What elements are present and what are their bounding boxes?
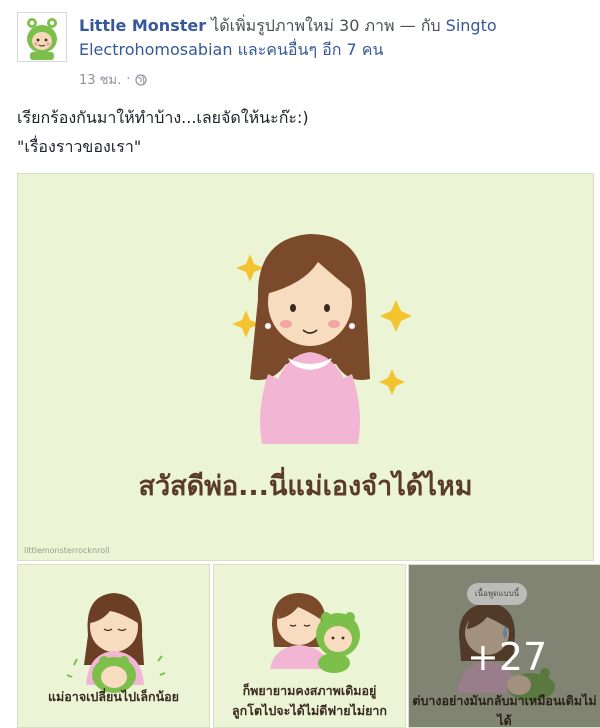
monster-avatar-icon <box>18 13 66 61</box>
main-photo-caption: สวัสดีพ่อ...นี่แม่เองจำได้ไหม <box>138 471 473 502</box>
feed-post: Little Monster ได้เพิ่มรูปภาพใหม่ 30 ภาพ… <box>0 0 600 728</box>
meta-separator: · <box>126 72 131 87</box>
post-header: Little Monster ได้เพิ่มรูปภาพใหม่ 30 ภาพ… <box>79 14 584 62</box>
author-name[interactable]: Little Monster <box>79 16 206 35</box>
more-photos-count[interactable]: +27 <box>467 635 547 679</box>
tagged-others-link[interactable]: และคนอื่นๆ อีก 7 คน <box>238 40 384 59</box>
with-text: — กับ <box>399 16 441 35</box>
globe-icon[interactable] <box>135 73 147 86</box>
photo-thumbnail-more[interactable]: เนื้อพูดแบบนี้ +27 ต่บางอย่างมันกลับมาเห… <box>408 564 600 728</box>
thumb2-caption-line-2: ลูกโตไปจะได้ไม่ดีฟายไม่ยาก <box>232 703 387 718</box>
post-meta: 13 ชม. · <box>79 69 147 90</box>
photo-thumbnail-2[interactable]: ก็พยายามคงสภาพเดิมอยู่ ลูกโตไปจะได้ไม่ดี… <box>213 564 406 728</box>
thumb3-caption: ต่บางอย่างมันกลับมาเหมือนเดิมไม่ได้ <box>412 693 597 728</box>
post-timestamp[interactable]: 13 ชม. <box>79 69 121 90</box>
photo-watermark: littlemonsterrocknroll <box>24 546 110 555</box>
thumb1-caption: แม่อาจเปลี่ยนไปเล็กน้อย <box>48 689 179 704</box>
author-avatar[interactable] <box>17 12 67 62</box>
thumb2-caption-line-1: ก็พยายามคงสภาพเดิมอยู่ <box>242 683 377 698</box>
message-line-1: เรียกร้องกันมาให้ทำบ้าง...เลยจัดให้นะก๊ะ… <box>17 108 309 127</box>
photo-thumbnail-1[interactable]: แม่อาจเปลี่ยนไปเล็กน้อย <box>17 564 210 728</box>
message-line-2: "เรื่องราวของเรา" <box>17 137 142 156</box>
post-action: ได้เพิ่มรูปภาพใหม่ 30 ภาพ <box>211 16 395 35</box>
main-photo[interactable]: สวัสดีพ่อ...นี่แม่เองจำได้ไหม littlemons… <box>17 173 594 561</box>
post-message: เรียกร้องกันมาให้ทำบ้าง...เลยจัดให้นะก๊ะ… <box>17 103 587 161</box>
